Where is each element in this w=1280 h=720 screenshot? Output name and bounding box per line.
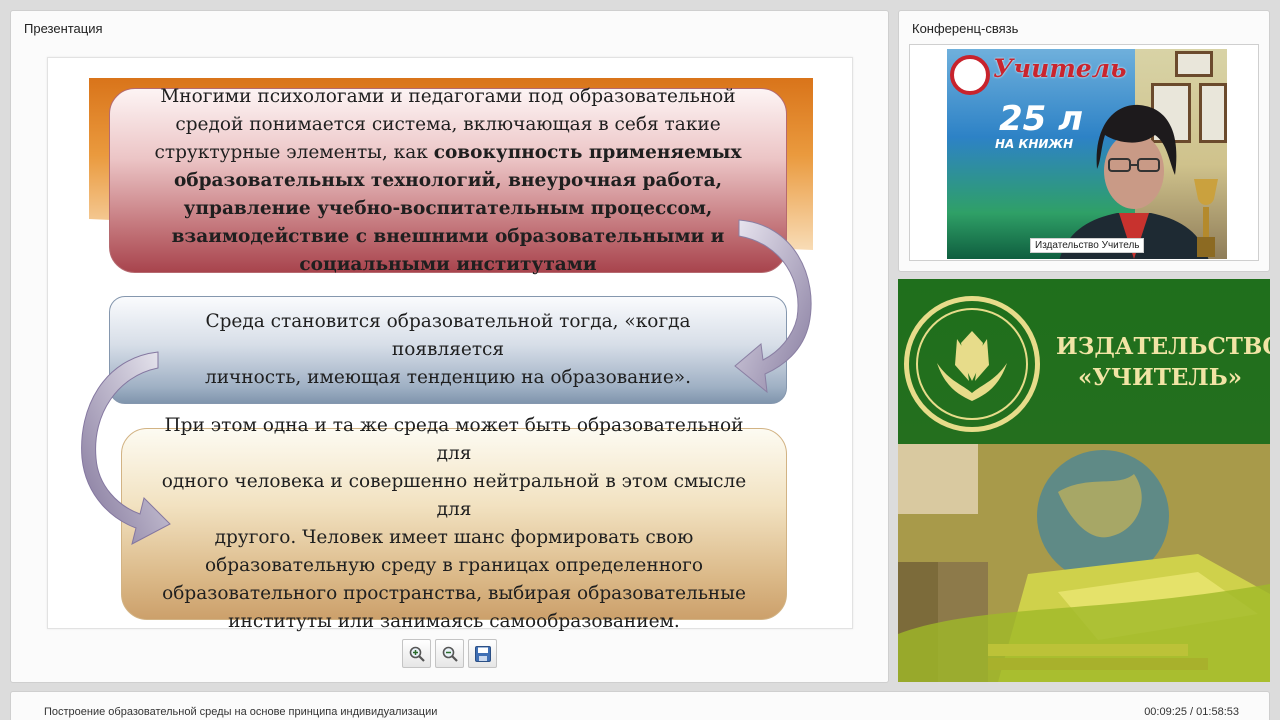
save-button[interactable]: [468, 639, 497, 668]
text-line: управление учебно-воспитательным процесс…: [154, 195, 741, 223]
presentation-panel: Презентация Многими психологами и педаго…: [10, 10, 889, 683]
slide-toolbar: [402, 639, 497, 668]
text-line: образовательную среду в границах определ…: [204, 555, 704, 576]
slide-box-quote-text: Среда становится образовательной тогда, …: [170, 308, 726, 392]
save-icon: [474, 645, 491, 662]
text-line: При этом одна и та же среда может быть о…: [164, 415, 744, 464]
curved-arrow-right-icon: [734, 219, 812, 394]
trophy-icon: [1194, 179, 1218, 257]
slide-box-quote: Среда становится образовательной тогда, …: [109, 296, 787, 404]
poster-word: Учитель: [993, 54, 1127, 83]
playback-time: 00:09:25 / 01:58:53: [1144, 706, 1239, 718]
text-line: образовательных технологий, внеурочная р…: [154, 167, 741, 195]
text-line-bold: социальными институтами: [299, 253, 597, 275]
text-line-bold: взаимодействие с внешними образовательны…: [171, 225, 725, 247]
text-line: Многими психологами и педагогами под обр…: [160, 85, 736, 107]
zoom-in-button[interactable]: [402, 639, 431, 668]
text-line-bold: совокупность применяемых: [433, 141, 742, 163]
slide-box-definition-text: Многими психологами и педагогами под обр…: [154, 83, 741, 279]
text-line: другого. Человек имеет шанс формировать …: [214, 527, 694, 548]
speaker-name-tag: Издательство Учитель: [1030, 238, 1145, 253]
slide-box-conclusion: При этом одна и та же среда может быть о…: [121, 415, 787, 632]
slide-box-conclusion-text: При этом одна и та же среда может быть о…: [146, 412, 762, 636]
publisher-title-line: ИЗДАТЕЛЬСТВО: [1056, 333, 1270, 360]
video-feed[interactable]: Учитель 25 л НА КНИЖН: [909, 44, 1259, 261]
text-line: средой понимается система, включающая в …: [175, 113, 721, 135]
player-bottom-bar: Построение образовательной среды на осно…: [10, 691, 1270, 720]
text-line-bold: управление учебно-воспитательным процесс…: [183, 197, 713, 219]
conference-panel-title: Конференц-связь: [912, 21, 1019, 36]
video-scene: Учитель 25 л НА КНИЖН: [947, 49, 1227, 259]
lecture-title: Построение образовательной среды на осно…: [44, 706, 438, 718]
speaker-silhouette: [1059, 104, 1209, 259]
text-line: институты или занимаясь самообразованием…: [228, 611, 680, 632]
text-line: взаимодействие с внешними образовательны…: [154, 223, 741, 251]
publisher-books-image: [898, 444, 1270, 682]
zoom-in-icon: [409, 646, 425, 662]
publisher-logo-icon: [904, 296, 1040, 432]
text-line-bold: образовательных технологий, внеурочная р…: [173, 169, 723, 191]
curved-arrow-left-icon: [81, 351, 171, 545]
poster-logo-icon: [950, 55, 990, 95]
slide-box-definition: Многими психологами и педагогами под обр…: [109, 86, 787, 275]
zoom-out-button[interactable]: [435, 639, 464, 668]
text-line-plain: структурные элементы, как: [154, 141, 434, 163]
books-globe-illustration: [898, 444, 1270, 682]
text-line: личность, имеющая тенденцию на образован…: [204, 367, 692, 388]
zoom-out-icon: [442, 646, 458, 662]
text-line: Среда становится образовательной тогда, …: [205, 311, 691, 360]
publisher-title-line: «УЧИТЕЛЬ»: [1077, 364, 1243, 391]
text-line: структурные элементы, как совокупность п…: [154, 139, 741, 167]
publisher-title: ИЗДАТЕЛЬСТВО «УЧИТЕЛЬ»: [1056, 331, 1270, 393]
publisher-panel: ИЗДАТЕЛЬСТВО «УЧИТЕЛЬ»: [898, 279, 1270, 682]
conference-panel: Конференц-связь Учитель 25 л НА КНИЖН: [898, 10, 1270, 272]
publisher-banner: ИЗДАТЕЛЬСТВО «УЧИТЕЛЬ»: [898, 279, 1270, 444]
slide: Многими психологами и педагогами под обр…: [47, 57, 853, 632]
text-line: образовательного пространства, выбирая о…: [162, 583, 746, 604]
text-line: социальными институтами: [154, 251, 741, 279]
text-line: одного человека и совершенно нейтральной…: [161, 471, 747, 520]
presentation-panel-title: Презентация: [24, 21, 103, 36]
wall-frame: [1175, 51, 1213, 77]
